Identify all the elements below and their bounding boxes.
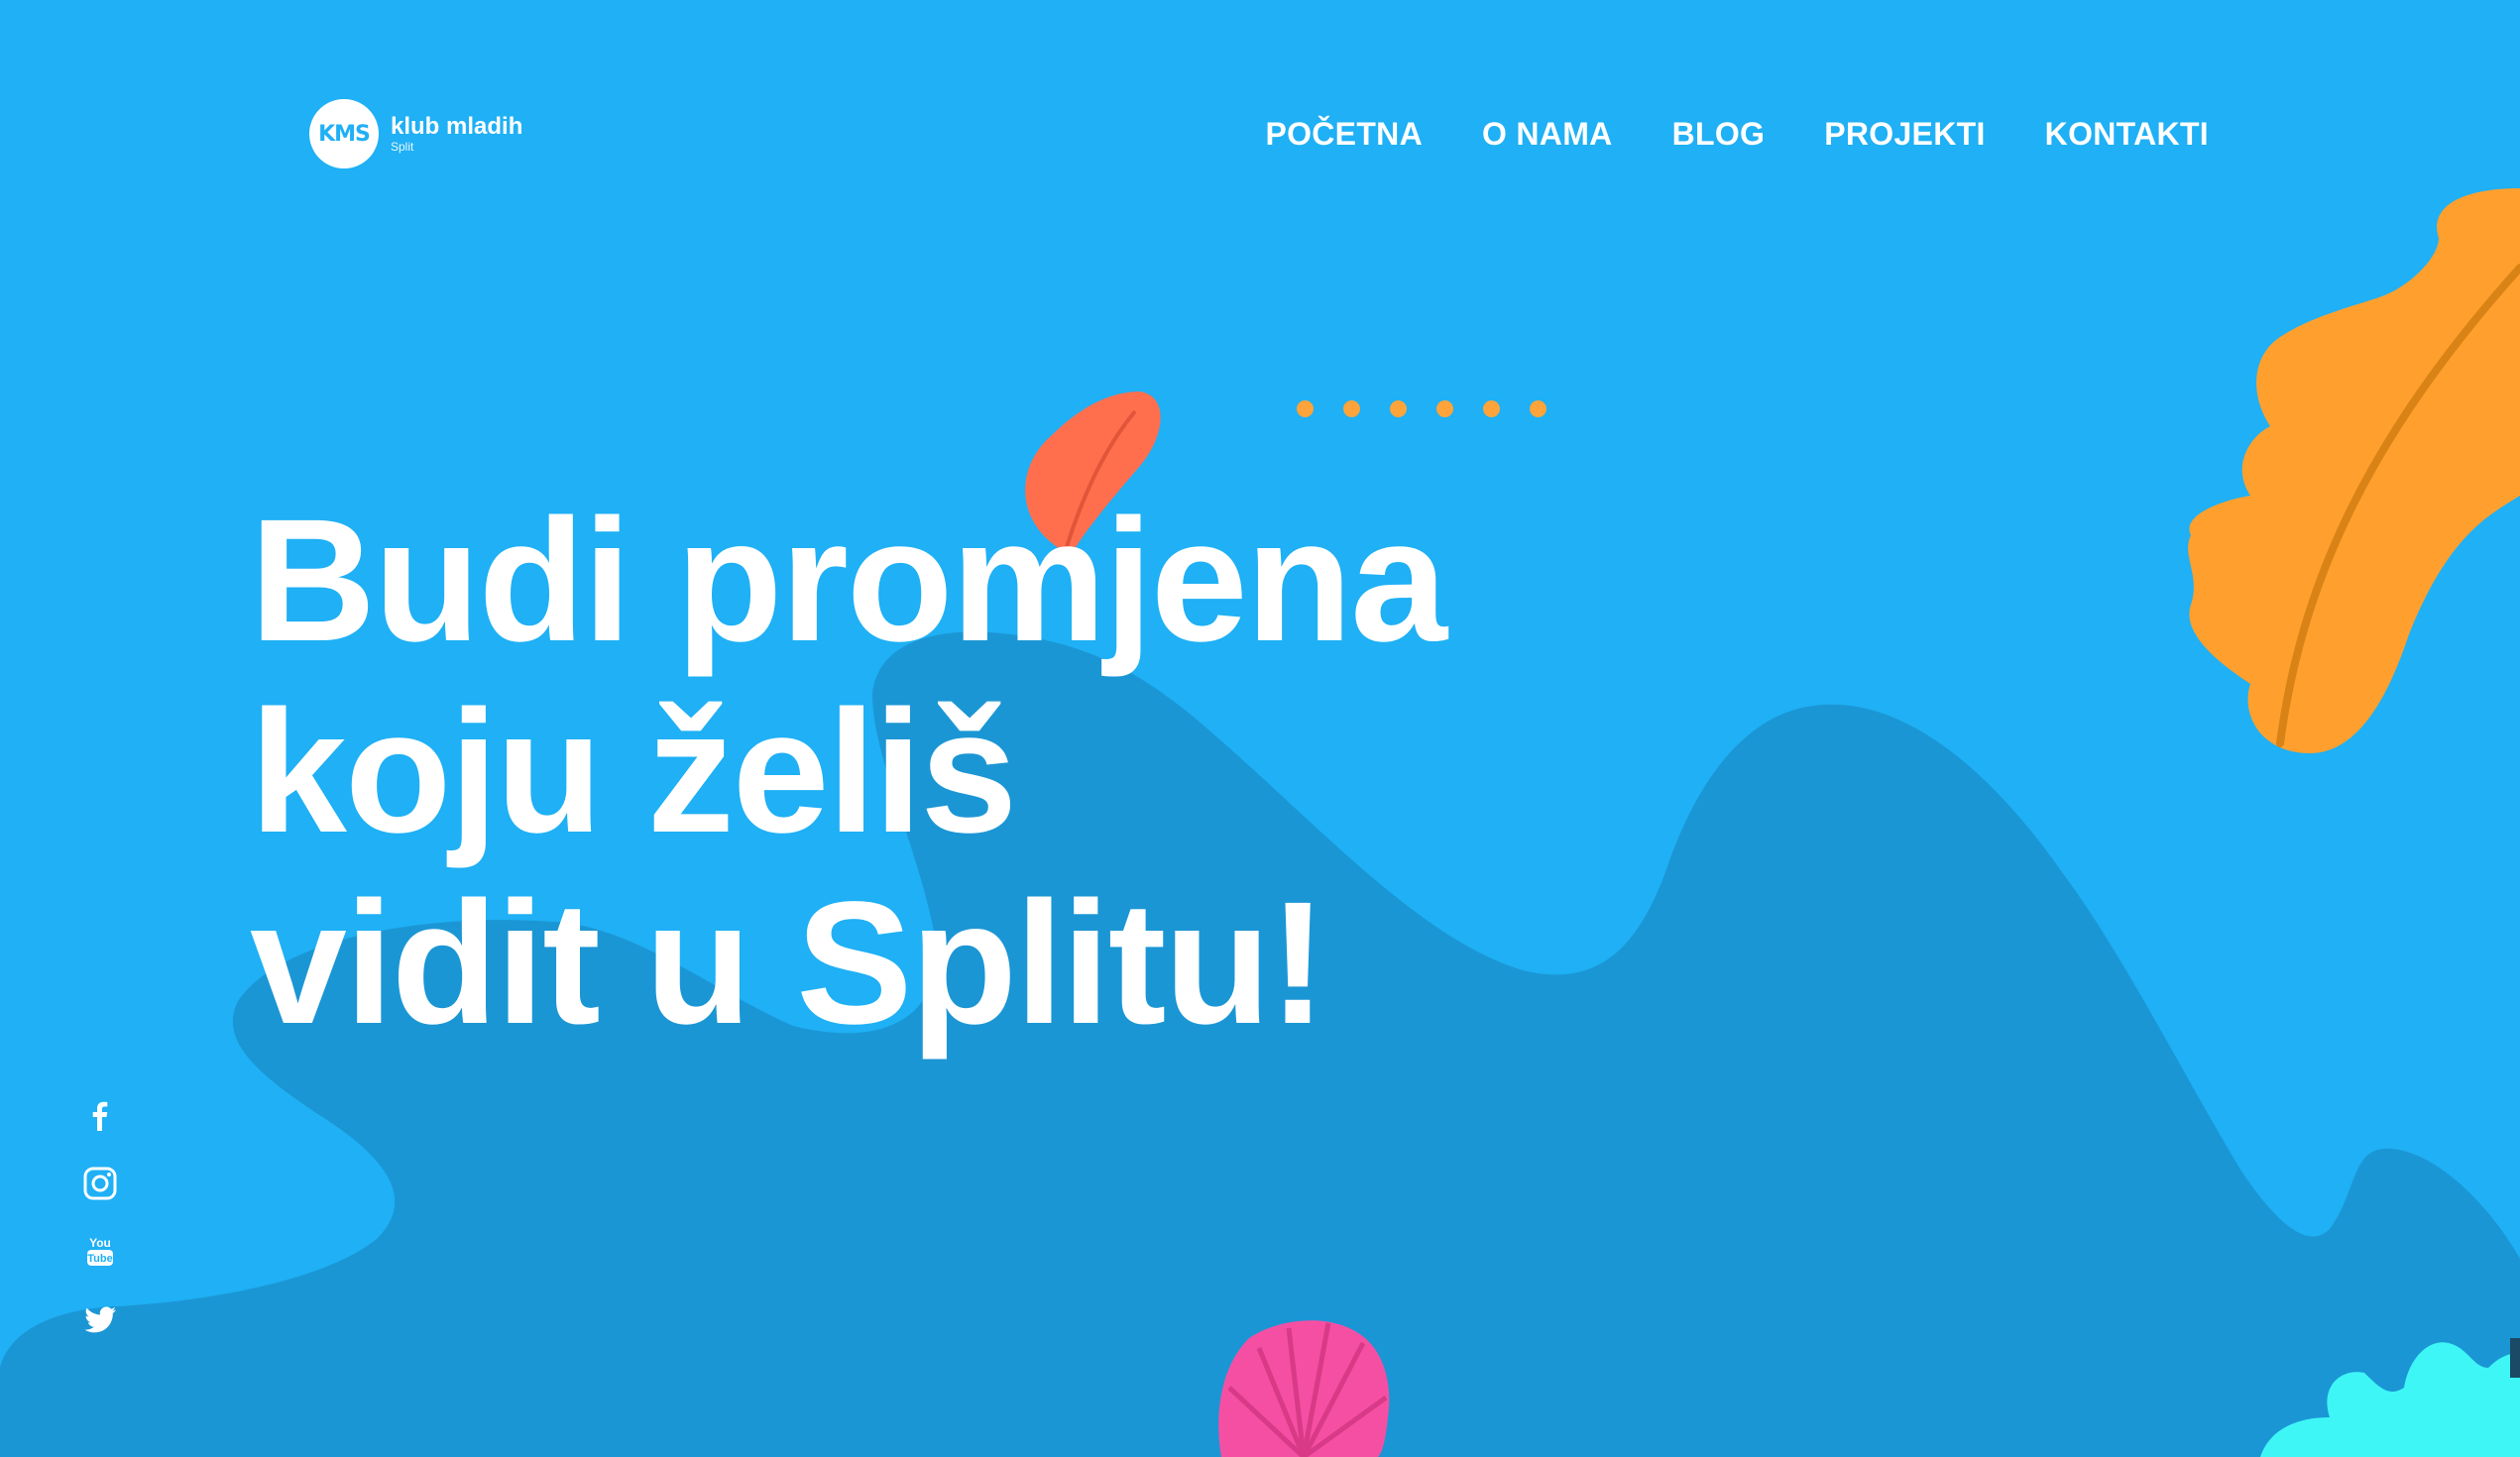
site-logo[interactable]: KMS klub mladih Split [309, 97, 522, 170]
orange-leaf-shape [2188, 188, 2520, 753]
hero-line-1: Budi promjena [250, 484, 1447, 678]
slider-dot[interactable] [1483, 400, 1500, 417]
instagram-link[interactable] [79, 1163, 121, 1204]
nav-item-pocetna[interactable]: POČETNA [1265, 111, 1423, 157]
svg-text:Tube: Tube [87, 1253, 112, 1265]
youtube-link[interactable]: You Tube [79, 1230, 121, 1272]
nav-item-kontakti[interactable]: KONTAKTI [2045, 111, 2209, 157]
slider-dot[interactable] [1343, 400, 1360, 417]
main-nav: POČETNA O NAMA BLOG PROJEKTI KONTAKTI [1265, 111, 2209, 157]
slider-dot[interactable] [1436, 400, 1453, 417]
nav-item-projekti[interactable]: PROJEKTI [1824, 111, 1985, 157]
nav-item-blog[interactable]: BLOG [1672, 111, 1766, 157]
slider-dot[interactable] [1530, 400, 1546, 417]
hero-line-2: koju želiš [250, 675, 1017, 869]
logo-city: Split [391, 140, 414, 154]
twitter-link[interactable] [79, 1297, 121, 1339]
social-links: You Tube [79, 1095, 121, 1365]
svg-text:You: You [89, 1236, 111, 1250]
slider-dots [1297, 400, 1546, 417]
facebook-icon [92, 1101, 108, 1131]
logo-name: klub mladih [391, 113, 523, 140]
nav-item-o-nama[interactable]: O NAMA [1482, 111, 1613, 157]
twitter-icon [84, 1306, 116, 1333]
logo-text: klub mladih Split [391, 113, 523, 154]
youtube-icon: You Tube [87, 1236, 113, 1266]
slider-dot[interactable] [1390, 400, 1407, 417]
instagram-icon [83, 1167, 117, 1200]
edge-marker [2510, 1338, 2520, 1378]
hero-headline: Budi promjena koju želiš vidit u Splitu! [250, 484, 1447, 1061]
logo-badge: KMS [309, 99, 379, 168]
hero-line-3: vidit u Splitu! [250, 866, 1327, 1061]
slider-dot[interactable] [1297, 400, 1314, 417]
facebook-link[interactable] [79, 1095, 121, 1137]
